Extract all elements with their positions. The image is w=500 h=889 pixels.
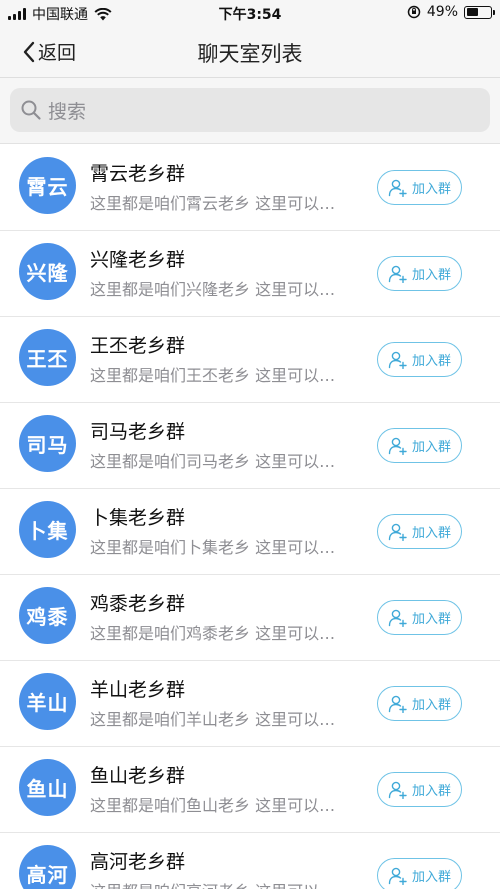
room-description: 这里都是咱们鱼山老乡 这里可以… [90,796,336,815]
list-item[interactable]: 鱼山 鱼山老乡群 这里都是咱们鱼山老乡 这里可以… 加入群 [0,747,500,833]
room-avatar: 高河 [19,845,76,889]
list-item[interactable]: 卜集 卜集老乡群 这里都是咱们卜集老乡 这里可以… 加入群 [0,489,500,575]
page-title: 聊天室列表 [197,42,303,66]
add-user-icon [388,695,407,713]
add-user-icon [388,351,407,369]
join-group-label: 加入群 [411,440,451,455]
add-user-icon [388,523,407,541]
battery-icon [464,5,495,19]
search-input[interactable]: 搜索 [10,88,490,132]
search-icon [21,100,41,120]
list-item[interactable]: 兴隆 兴隆老乡群 这里都是咱们兴隆老乡 这里可以… 加入群 [0,231,500,317]
list-item[interactable]: 羊山 羊山老乡群 这里都是咱们羊山老乡 这里可以… 加入群 [0,661,500,747]
orientation-lock-icon [407,5,421,19]
room-description: 这里都是咱们卜集老乡 这里可以… [90,538,336,557]
room-avatar: 霄云 [19,157,76,214]
room-name: 鱼山老乡群 [90,765,186,787]
join-group-label: 加入群 [411,526,451,541]
list-item[interactable]: 高河 高河老乡群 这里都是咱们高河老乡 这里可以… 加入群 [0,833,500,889]
room-name: 王丕老乡群 [90,335,186,357]
add-user-icon [388,867,407,885]
room-avatar: 鱼山 [19,759,76,816]
nav-bar: 返回 聊天室列表 [0,26,500,78]
room-description: 这里都是咱们鸡黍老乡 这里可以… [90,624,336,643]
room-description: 这里都是咱们高河老乡 这里可以… [90,878,360,889]
chat-room-list: 霄云 霄云老乡群 这里都是咱们霄云老乡 这里可以… 加入群 兴隆 兴隆老乡群 这… [0,145,500,889]
join-group-label: 加入群 [411,182,451,197]
list-item[interactable]: 司马 司马老乡群 这里都是咱们司马老乡 这里可以… 加入群 [0,403,500,489]
room-name: 高河老乡群 [90,851,186,873]
room-name: 羊山老乡群 [90,679,186,701]
join-group-button[interactable]: 加入群 [377,428,462,463]
room-description: 这里都是咱们司马老乡 这里可以… [90,452,336,471]
join-group-button[interactable]: 加入群 [377,170,462,205]
join-group-label: 加入群 [411,870,451,885]
room-description: 这里都是咱们王丕老乡 这里可以… [90,366,336,385]
room-name: 兴隆老乡群 [90,249,186,271]
join-group-button[interactable]: 加入群 [377,600,462,635]
room-name: 司马老乡群 [90,421,186,443]
join-group-button[interactable]: 加入群 [377,686,462,721]
battery-level [466,8,478,16]
room-name: 鸡黍老乡群 [90,593,186,615]
join-group-button[interactable]: 加入群 [377,772,462,807]
room-description: 这里都是咱们羊山老乡 这里可以… [90,710,336,729]
room-avatar: 兴隆 [19,243,76,300]
join-group-label: 加入群 [411,784,451,799]
list-item[interactable]: 鸡黍 鸡黍老乡群 这里都是咱们鸡黍老乡 这里可以… 加入群 [0,575,500,661]
battery-percent: 49% [426,4,458,20]
room-avatar: 王丕 [19,329,76,386]
join-group-button[interactable]: 加入群 [377,342,462,377]
join-group-label: 加入群 [411,612,451,627]
join-group-label: 加入群 [411,268,451,283]
add-user-icon [388,437,407,455]
room-description: 这里都是咱们霄云老乡 这里可以… [90,194,336,213]
room-description: 这里都是咱们兴隆老乡 这里可以… [90,280,336,299]
join-group-button[interactable]: 加入群 [377,256,462,291]
join-group-label: 加入群 [411,698,451,713]
room-avatar: 司马 [19,415,76,472]
status-right: 49% [407,4,495,20]
join-group-button[interactable]: 加入群 [377,858,462,889]
room-name: 霄云老乡群 [90,163,186,185]
join-group-button[interactable]: 加入群 [377,514,462,549]
add-user-icon [388,265,407,283]
add-user-icon [388,609,407,627]
add-user-icon [388,179,407,197]
list-item[interactable]: 王丕 王丕老乡群 这里都是咱们王丕老乡 这里可以… 加入群 [0,317,500,403]
list-item[interactable]: 霄云 霄云老乡群 这里都是咱们霄云老乡 这里可以… 加入群 [0,145,500,231]
room-avatar: 卜集 [19,501,76,558]
room-name: 卜集老乡群 [90,507,186,529]
join-group-label: 加入群 [411,354,451,369]
search-bar: 搜索 [0,78,500,144]
room-avatar: 羊山 [19,673,76,730]
status-bar: 中国联通 下午3:54 49% [0,0,500,26]
add-user-icon [388,781,407,799]
room-avatar: 鸡黍 [19,587,76,644]
search-placeholder: 搜索 [48,100,87,123]
